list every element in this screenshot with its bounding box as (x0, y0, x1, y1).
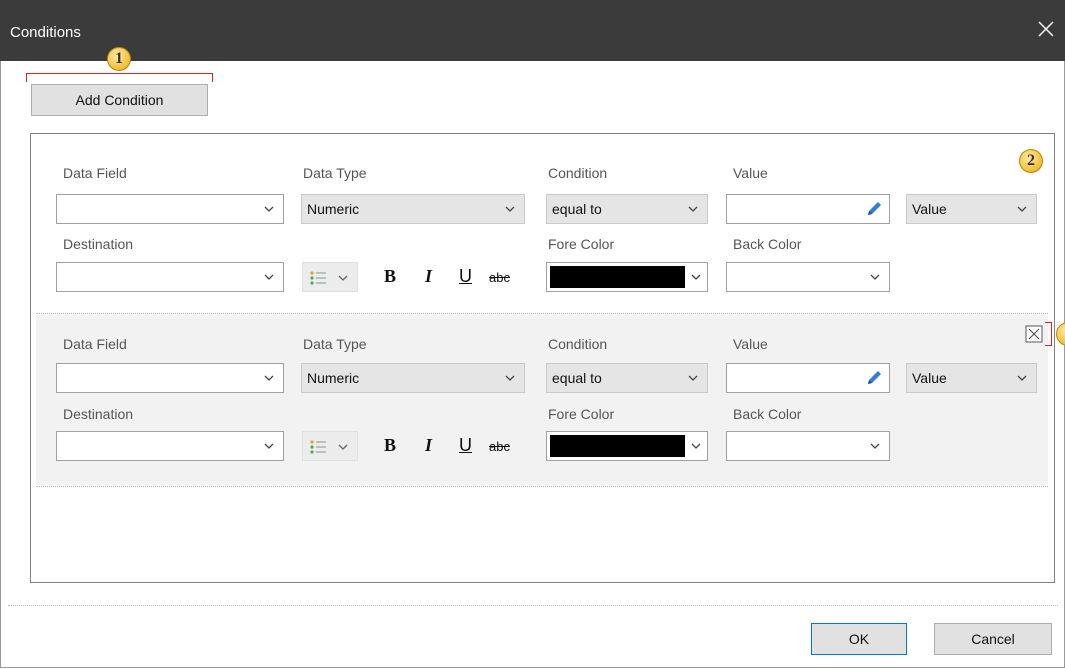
chevron-down-icon (505, 206, 515, 212)
value-mode-dropdown[interactable]: Value (906, 194, 1037, 224)
chevron-down-icon (1017, 375, 1027, 381)
chevron-down-icon (264, 443, 274, 449)
cancel-label: Cancel (971, 631, 1015, 647)
italic-button[interactable]: I (425, 435, 432, 456)
fore-color-label: Fore Color (548, 406, 615, 422)
chevron-down-icon (688, 206, 698, 212)
condition-value: equal to (552, 370, 602, 386)
data-field-dropdown[interactable] (56, 363, 284, 393)
strikethrough-button[interactable]: abc (489, 439, 510, 454)
bold-button[interactable]: B (384, 435, 396, 456)
data-field-label: Data Field (63, 165, 127, 181)
list-style-dropdown[interactable] (302, 431, 358, 461)
ok-button[interactable]: OK (811, 623, 907, 655)
chevron-down-icon (691, 274, 701, 280)
strikethrough-button[interactable]: abc (489, 270, 510, 285)
underline-button[interactable]: U (459, 435, 472, 456)
data-type-value: Numeric (307, 201, 360, 217)
chevron-down-icon (264, 274, 274, 280)
destination-dropdown[interactable] (56, 431, 284, 461)
value-mode-value: Value (912, 370, 947, 386)
add-condition-label: Add Condition (75, 92, 164, 108)
destination-dropdown[interactable] (56, 262, 284, 292)
value-label: Value (733, 336, 768, 352)
condition-value: equal to (552, 201, 602, 217)
fore-color-swatch (550, 266, 685, 288)
value-input[interactable] (726, 363, 890, 393)
pencil-icon[interactable] (861, 367, 887, 389)
condition-label: Condition (548, 336, 608, 352)
destination-label: Destination (63, 406, 134, 422)
list-icon (310, 271, 326, 285)
italic-button[interactable]: I (425, 266, 432, 287)
title-bar: Conditions (0, 0, 1065, 61)
chevron-down-icon (870, 443, 880, 449)
value-input[interactable] (726, 194, 890, 224)
fore-color-swatch (550, 435, 685, 457)
chevron-down-icon (338, 444, 348, 450)
chevron-down-icon (1017, 206, 1027, 212)
list-icon (310, 440, 326, 454)
data-field-label: Data Field (63, 336, 127, 352)
data-type-dropdown[interactable]: Numeric (301, 363, 525, 393)
condition-dropdown[interactable]: equal to (546, 363, 708, 393)
cancel-button[interactable]: Cancel (934, 623, 1052, 655)
callout-bracket-remove (1045, 322, 1052, 346)
value-mode-dropdown[interactable]: Value (906, 363, 1037, 393)
data-type-label: Data Type (303, 165, 367, 181)
callout-badge-2: 2 (1019, 149, 1043, 173)
condition-dropdown[interactable]: equal to (546, 194, 708, 224)
underline-button[interactable]: U (459, 266, 472, 287)
list-style-dropdown[interactable] (302, 262, 358, 292)
chevron-down-icon (870, 274, 880, 280)
ok-label: OK (848, 631, 870, 647)
callout-badge-3-partial (1056, 322, 1065, 346)
back-color-label: Back Color (733, 236, 802, 252)
chevron-down-icon (505, 375, 515, 381)
bold-button[interactable]: B (384, 266, 396, 287)
close-icon[interactable] (1035, 18, 1057, 40)
back-color-label: Back Color (733, 406, 802, 422)
add-condition-button[interactable]: Add Condition (31, 84, 208, 116)
fore-color-picker[interactable] (546, 431, 708, 461)
value-mode-value: Value (912, 201, 947, 217)
data-type-dropdown[interactable]: Numeric (301, 194, 525, 224)
data-type-value: Numeric (307, 370, 360, 386)
back-color-picker[interactable] (726, 262, 890, 292)
condition-label: Condition (548, 165, 608, 181)
fore-color-picker[interactable] (546, 262, 708, 292)
fore-color-label: Fore Color (548, 236, 615, 252)
back-color-picker[interactable] (726, 431, 890, 461)
data-field-dropdown[interactable] (56, 194, 284, 224)
chevron-down-icon (264, 375, 274, 381)
chevron-down-icon (691, 443, 701, 449)
chevron-down-icon (264, 206, 274, 212)
callout-badge-1: 1 (107, 47, 131, 71)
value-label: Value (733, 165, 768, 181)
data-type-label: Data Type (303, 336, 367, 352)
chevron-down-icon (688, 375, 698, 381)
destination-label: Destination (63, 236, 134, 252)
remove-icon[interactable] (1025, 325, 1043, 343)
callout-bracket-add (26, 73, 213, 82)
row-divider (36, 313, 1048, 314)
window-title: Conditions (10, 24, 81, 41)
row-divider (36, 486, 1048, 487)
chevron-down-icon (338, 275, 348, 281)
footer-divider (8, 605, 1058, 606)
pencil-icon[interactable] (861, 198, 887, 220)
